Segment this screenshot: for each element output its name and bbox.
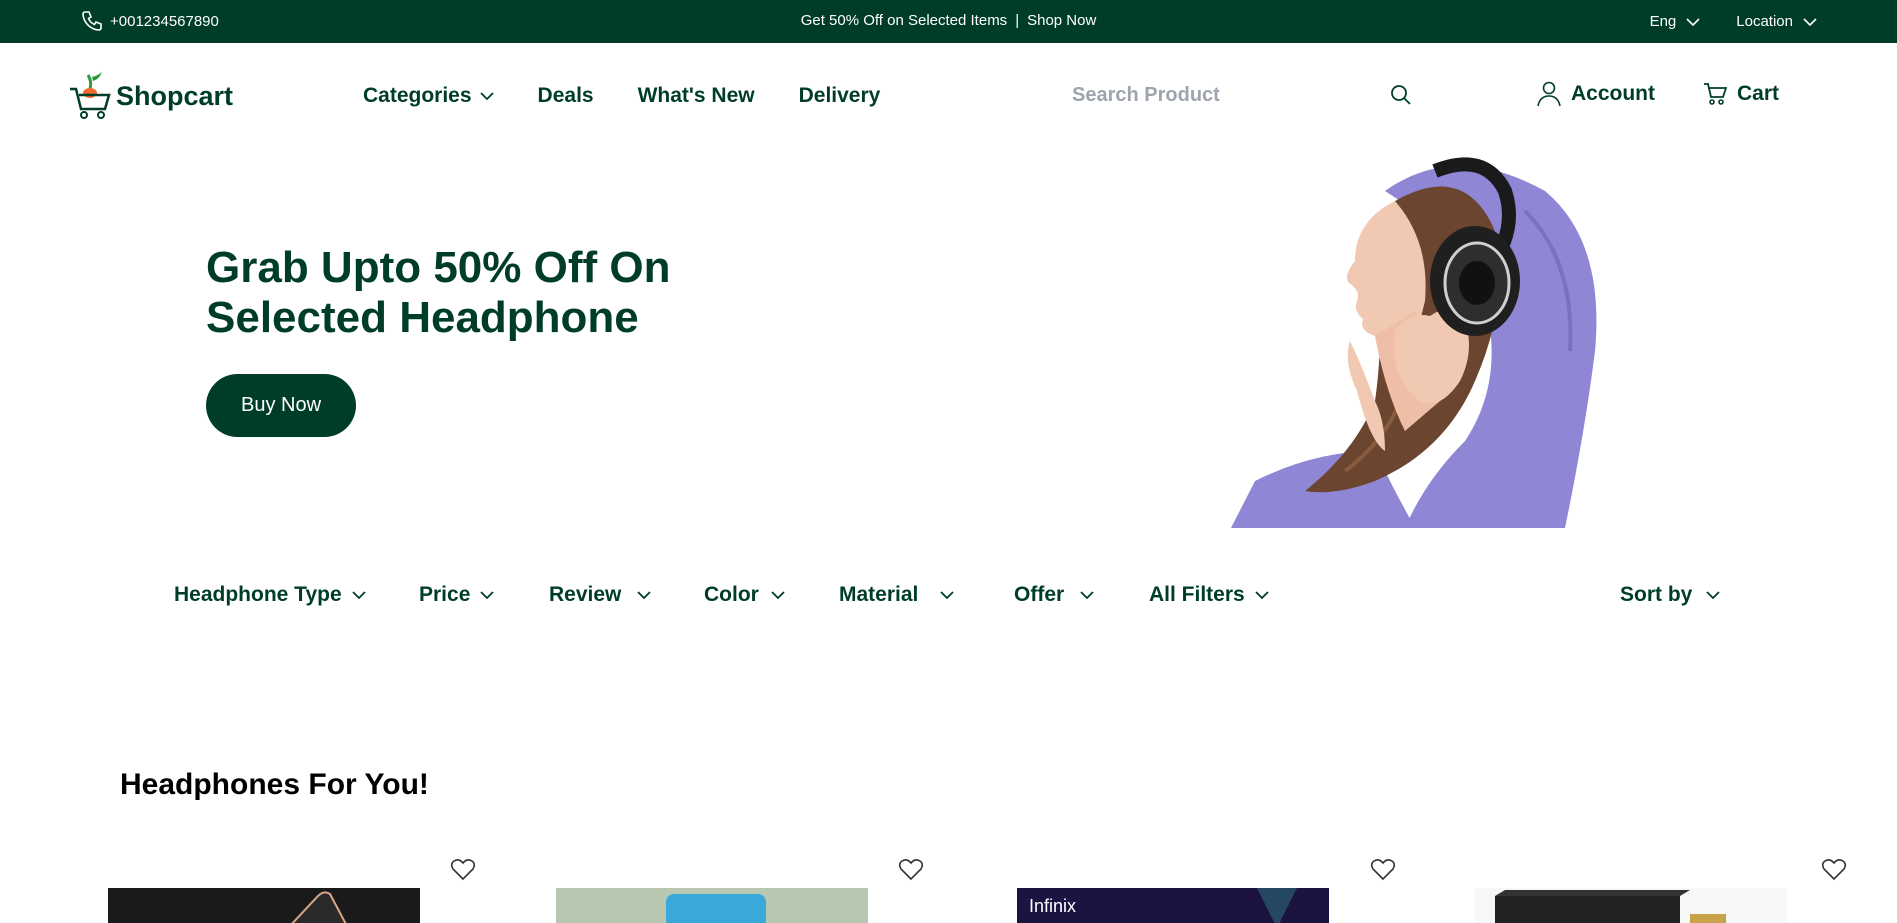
filter-material[interactable]: Material <box>839 583 955 607</box>
filter-price-label: Price <box>419 583 471 606</box>
location-label: Location <box>1736 13 1793 30</box>
promo-text: Get 50% Off on Selected Items <box>800 12 1008 29</box>
nav-deals[interactable]: Deals <box>538 84 594 108</box>
search-input[interactable] <box>1060 83 1360 107</box>
filter-all-filters[interactable]: All Filters <box>1149 583 1269 607</box>
infinix-product-image <box>1257 888 1297 923</box>
sort-by-dropdown[interactable]: Sort by <box>1620 583 1720 607</box>
nav-delivery-label: Delivery <box>798 84 881 107</box>
hero-headline: Grab Upto 50% Off On Selected Headphone <box>206 243 766 343</box>
chevron-down-icon <box>1706 591 1720 600</box>
filter-headphone-type-label: Headphone Type <box>174 583 342 606</box>
language-dropdown[interactable]: Eng <box>1650 13 1701 30</box>
chevron-down-icon <box>1686 17 1700 26</box>
filter-review[interactable]: Review <box>549 583 652 607</box>
chevron-down-icon <box>480 591 495 600</box>
cart-icon <box>1704 83 1727 105</box>
cart-link[interactable]: Cart <box>1703 81 1779 107</box>
product-thumbnail[interactable] <box>108 888 420 923</box>
chevron-down-icon <box>479 92 494 101</box>
filter-material-label: Material <box>839 583 919 606</box>
logo-text: Shopcart <box>116 80 234 111</box>
shop-now-link[interactable]: Shop Now <box>1027 12 1096 29</box>
filter-offer[interactable]: Offer <box>1014 583 1094 607</box>
nav-delivery[interactable]: Delivery <box>799 84 881 108</box>
wishlist-heart-icon[interactable] <box>1821 858 1847 882</box>
product-thumbnail[interactable]: Infinix <box>1017 888 1329 923</box>
chevron-down-icon <box>771 591 785 600</box>
section-title: Headphones For You! <box>120 768 429 801</box>
main-header: Shopcart Categories Deals What's New Del… <box>0 43 1897 151</box>
hero-headphone-model-image <box>1231 157 1597 528</box>
nav-deals-label: Deals <box>537 84 594 107</box>
top-bar: +001234567890 Get 50% Off on Selected It… <box>0 0 1897 43</box>
nav-whats-new-label: What's New <box>637 84 755 107</box>
hero-banner: Grab Upto 50% Off On Selected Headphone … <box>0 151 1897 528</box>
phone-product-image <box>291 891 347 923</box>
filter-all-filters-label: All Filters <box>1149 583 1245 606</box>
product-thumbnail[interactable] <box>556 888 868 923</box>
chevron-down-icon <box>352 591 366 600</box>
chevron-down-icon <box>1255 591 1269 600</box>
main-nav: Categories Deals What's New Delivery <box>363 84 880 108</box>
promo-banner: Get 50% Off on Selected Items | Shop Now <box>0 12 1897 29</box>
blue-product-image <box>556 888 868 923</box>
nav-categories[interactable]: Categories <box>363 84 494 108</box>
search-bar <box>1060 71 1430 119</box>
account-label: Account <box>1571 82 1655 105</box>
logo[interactable]: Shopcart <box>68 71 233 121</box>
filter-review-label: Review <box>549 583 622 606</box>
filter-offer-label: Offer <box>1014 583 1065 606</box>
language-label: Eng <box>1649 13 1677 30</box>
wishlist-heart-icon[interactable] <box>1370 858 1396 882</box>
location-dropdown[interactable]: Location <box>1736 13 1817 30</box>
chevron-down-icon <box>1803 17 1817 26</box>
user-icon <box>1537 81 1561 107</box>
promo-separator: | <box>1015 12 1020 29</box>
hero-headline-line1: Grab Upto 50% Off On <box>206 243 671 292</box>
chevron-down-icon <box>940 591 955 600</box>
product-thumbnail[interactable] <box>1475 888 1787 923</box>
filter-price[interactable]: Price <box>419 583 495 607</box>
wishlist-heart-icon[interactable] <box>450 858 476 882</box>
buy-now-button[interactable]: Buy Now <box>206 374 356 437</box>
hero-headline-line2: Selected Headphone <box>206 293 639 342</box>
cart-logo-icon <box>70 71 111 119</box>
cart-label: Cart <box>1737 82 1780 105</box>
chevron-down-icon <box>637 591 652 600</box>
nav-whats-new[interactable]: What's New <box>638 84 755 108</box>
search-icon[interactable] <box>1390 84 1412 106</box>
speaker-product-image <box>1475 888 1787 923</box>
filter-color-label: Color <box>704 583 759 606</box>
sort-by-label: Sort by <box>1620 583 1693 606</box>
filter-color[interactable]: Color <box>704 583 785 607</box>
filter-headphone-type[interactable]: Headphone Type <box>174 583 366 607</box>
filter-bar: Headphone Type Price Review Color Materi… <box>0 577 1897 613</box>
nav-categories-label: Categories <box>363 84 472 107</box>
account-link[interactable]: Account <box>1537 81 1655 107</box>
wishlist-heart-icon[interactable] <box>898 858 924 882</box>
chevron-down-icon <box>1080 591 1094 600</box>
